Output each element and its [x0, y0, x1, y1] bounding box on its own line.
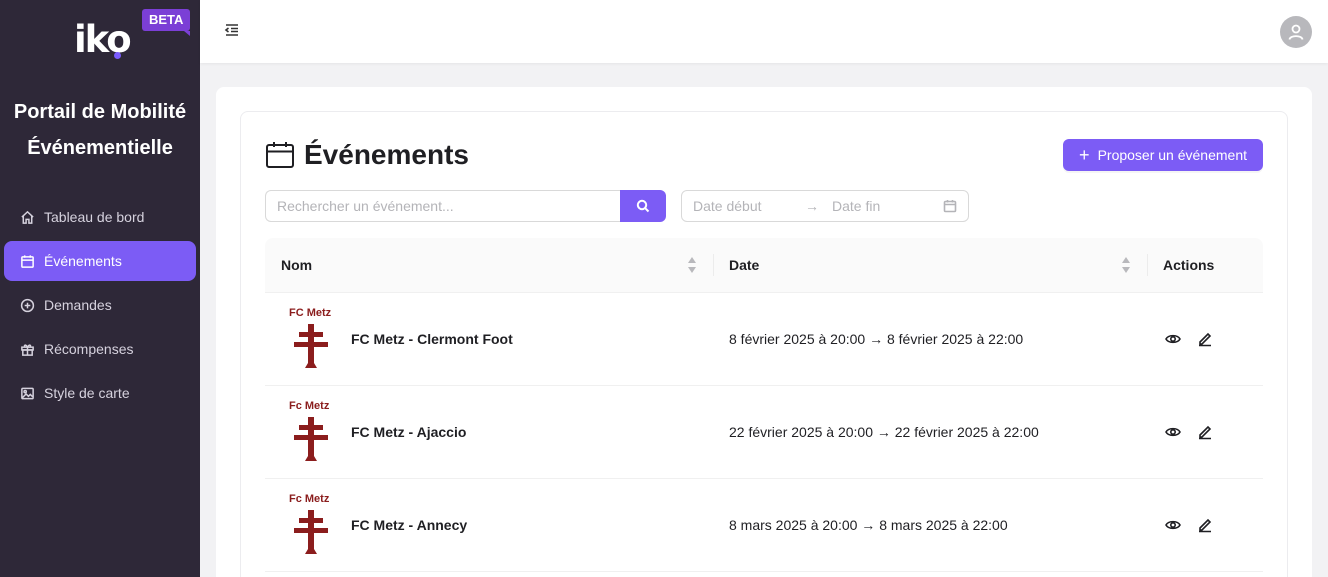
- user-icon: [1288, 24, 1304, 40]
- iko-logo[interactable]: iko: [74, 18, 134, 62]
- propose-event-label: Proposer un événement: [1097, 147, 1247, 163]
- sidebar-nav: Tableau de bord Événements Demandes Réco…: [4, 197, 196, 417]
- search-group: [265, 190, 666, 222]
- column-divider: [713, 254, 714, 276]
- actions-cell: [1147, 331, 1263, 347]
- table-header: Nom Date Actions: [265, 238, 1263, 293]
- event-name: FC Metz - Ajaccio: [351, 424, 467, 440]
- user-avatar[interactable]: [1280, 16, 1312, 48]
- sidebar-item-evenements[interactable]: Événements: [4, 241, 196, 281]
- sort-icon[interactable]: [1122, 257, 1131, 273]
- calendar-icon: [19, 253, 35, 269]
- beta-badge: BETA: [142, 9, 191, 36]
- eye-icon[interactable]: [1165, 517, 1181, 533]
- club-logo: Fc Metz: [281, 400, 335, 464]
- club-logo-text: FC Metz: [289, 307, 332, 319]
- cross-of-lorraine-icon: [294, 510, 328, 554]
- search-input[interactable]: [265, 190, 620, 222]
- portal-title-line1: Portail de Mobilité: [13, 101, 187, 123]
- sidebar-item-label: Récompenses: [44, 341, 134, 357]
- plus-icon: +: [1079, 145, 1090, 165]
- sidebar-item-style-de-carte[interactable]: Style de carte: [4, 373, 196, 413]
- table-row: FC Metz FC Metz - Clermont Foot 8 févrie…: [265, 293, 1263, 386]
- cross-of-lorraine-icon: [294, 417, 328, 461]
- search-icon: [636, 199, 650, 213]
- event-name: FC Metz - Annecy: [351, 517, 468, 533]
- sidebar-item-label: Tableau de bord: [44, 209, 145, 225]
- club-logo-text: Fc Metz: [289, 400, 330, 412]
- edit-icon[interactable]: [1197, 517, 1213, 533]
- sidebar-item-recompenses[interactable]: Récompenses: [4, 329, 196, 369]
- eye-icon[interactable]: [1165, 424, 1181, 440]
- sidebar-item-label: Demandes: [44, 297, 112, 313]
- cross-of-lorraine-icon: [294, 324, 328, 368]
- table-row: Fc Metz FC Metz - Annecy 8 mars 2025 à 2…: [265, 479, 1263, 572]
- club-logo: FC Metz: [281, 307, 335, 371]
- home-icon: [19, 209, 35, 225]
- edit-icon[interactable]: [1197, 424, 1213, 440]
- calendar-icon: [266, 142, 294, 168]
- events-table: Nom Date Actions FC Metz FC Metz - Clerm…: [265, 238, 1263, 572]
- event-name-cell: FC Metz FC Metz - Clermont Foot: [265, 307, 713, 371]
- event-date: 8 mars 2025 à 20:00 → 8 mars 2025 à 22:0…: [729, 517, 1008, 533]
- column-header-date[interactable]: Date: [713, 238, 1147, 292]
- sidebar: iko BETA Portail de Mobilité Événementie…: [0, 0, 200, 577]
- calendar-icon: [943, 200, 957, 213]
- menu-fold-icon[interactable]: [224, 22, 240, 38]
- event-name-cell: Fc Metz FC Metz - Ajaccio: [265, 400, 713, 464]
- column-header-nom[interactable]: Nom: [265, 238, 713, 292]
- page-header: Événements: [265, 139, 469, 171]
- date-range-picker[interactable]: Date début → Date fin: [681, 190, 969, 222]
- sidebar-item-label: Événements: [44, 253, 122, 269]
- portal-title: Portail de Mobilité Événementielle: [0, 94, 200, 166]
- event-date: 22 février 2025 à 20:00 → 22 février 202…: [729, 424, 1039, 440]
- date-end-field[interactable]: Date fin: [832, 198, 943, 214]
- sidebar-item-tableau-de-bord[interactable]: Tableau de bord: [4, 197, 196, 237]
- arrow-right-icon: →: [805, 198, 819, 214]
- propose-event-button[interactable]: + Proposer un événement: [1063, 139, 1263, 171]
- logo-dot: [114, 52, 121, 59]
- sidebar-item-label: Style de carte: [44, 385, 130, 401]
- event-name: FC Metz - Clermont Foot: [351, 331, 513, 347]
- edit-icon[interactable]: [1197, 331, 1213, 347]
- club-logo: Fc Metz: [281, 493, 335, 557]
- main-content: Événements + Proposer un événement Date …: [216, 87, 1312, 577]
- page-title: Événements: [304, 139, 469, 170]
- column-label: Nom: [281, 257, 313, 273]
- gift-icon: [19, 341, 35, 357]
- date-start-field[interactable]: Date début: [693, 198, 805, 214]
- column-label: Actions: [1163, 257, 1215, 273]
- club-logo-text: Fc Metz: [289, 493, 330, 505]
- event-date: 8 février 2025 à 20:00 → 8 février 2025 …: [729, 331, 1024, 347]
- image-icon: [19, 385, 35, 401]
- sidebar-item-demandes[interactable]: Demandes: [4, 285, 196, 325]
- column-divider: [1147, 254, 1148, 276]
- top-header: [200, 0, 1328, 63]
- event-name-cell: Fc Metz FC Metz - Annecy: [265, 493, 713, 557]
- logo-text: iko: [74, 18, 132, 61]
- column-label: Date: [729, 257, 760, 273]
- actions-cell: [1147, 517, 1263, 533]
- events-card: Événements + Proposer un événement Date …: [240, 111, 1288, 577]
- eye-icon[interactable]: [1165, 331, 1181, 347]
- table-row: Fc Metz FC Metz - Ajaccio 22 février 202…: [265, 386, 1263, 479]
- plus-circle-icon: [19, 297, 35, 313]
- actions-cell: [1147, 424, 1263, 440]
- search-button[interactable]: [620, 190, 666, 222]
- sort-icon[interactable]: [688, 257, 697, 273]
- column-header-actions: Actions: [1147, 238, 1263, 292]
- portal-title-line2: Événementielle: [27, 137, 173, 159]
